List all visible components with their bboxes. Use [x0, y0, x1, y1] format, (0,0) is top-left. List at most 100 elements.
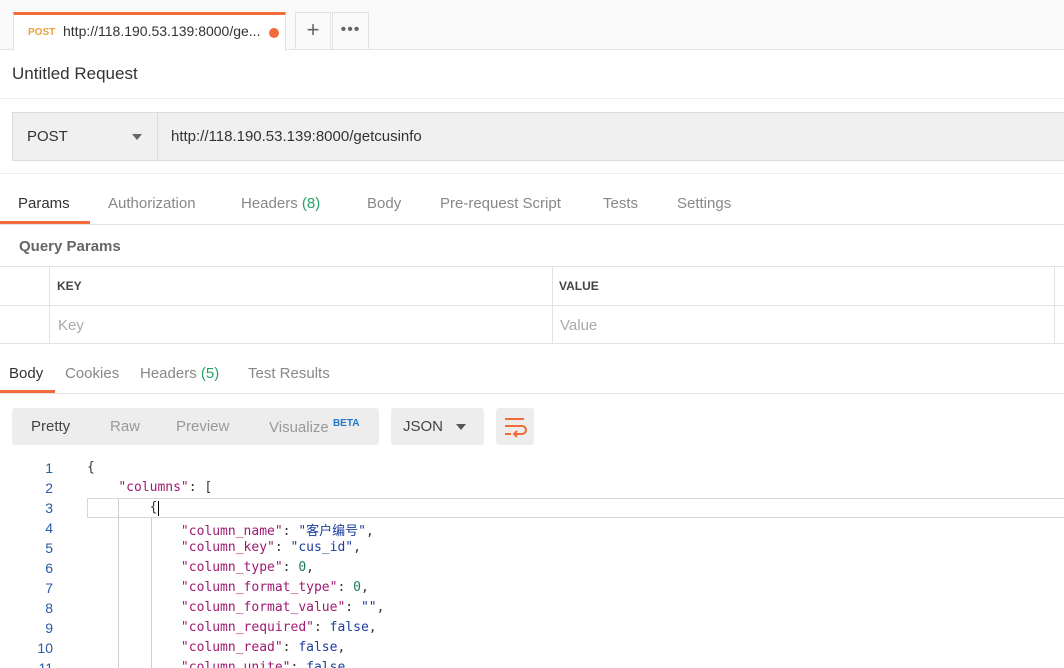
line-number: 4	[45, 520, 53, 536]
code-token: "column_format_value"	[180, 600, 346, 615]
param-value-input[interactable]	[560, 312, 1040, 338]
code-line: 11 "column_unite": false,	[0, 658, 1064, 668]
code-token: false	[329, 620, 369, 635]
code-token: ,	[365, 524, 374, 539]
code-text: "column_format_type": 0,	[87, 580, 369, 595]
request-tab[interactable]: POST http://118.190.53.139:8000/ge...	[13, 12, 286, 51]
code-token: "column_key"	[180, 540, 275, 555]
code-token: "column_required"	[180, 620, 314, 635]
request-tab-method: POST	[28, 27, 56, 38]
tab-authorization[interactable]: Authorization	[108, 195, 196, 212]
chevron-down-icon	[456, 424, 466, 430]
tab-pre-request-script[interactable]: Pre-request Script	[440, 195, 561, 212]
code-token: ,	[345, 660, 354, 668]
format-select-value: JSON	[403, 418, 444, 435]
code-line: 6 "column_type": 0,	[0, 558, 1064, 578]
line-number: 5	[45, 540, 53, 556]
code-token: ,	[337, 640, 346, 655]
code-token: "column_format_type"	[180, 580, 338, 595]
code-token: :	[290, 660, 307, 668]
code-text: {	[87, 500, 158, 515]
response-tab-cookies[interactable]: Cookies	[65, 365, 119, 382]
line-number: 7	[45, 580, 53, 596]
code-token: "cus_id"	[290, 540, 354, 555]
tab-params[interactable]: Params	[18, 195, 70, 212]
code-token: ""	[360, 600, 377, 615]
format-select[interactable]: JSON	[391, 408, 484, 445]
new-tab-button[interactable]: +	[295, 12, 331, 49]
tab-bar: POST http://118.190.53.139:8000/ge... + …	[0, 0, 1064, 51]
code-line: 2 "columns": [	[0, 478, 1064, 498]
request-name[interactable]: Untitled Request	[12, 64, 138, 84]
line-number: 6	[45, 560, 53, 576]
code-token: ,	[360, 580, 369, 595]
code-text: "column_key": "cus_id",	[87, 540, 361, 555]
code-token: {	[87, 460, 95, 475]
code-line: 1{	[0, 458, 1064, 478]
more-tabs-button[interactable]: •••	[332, 12, 369, 49]
code-text: {	[87, 460, 95, 475]
chevron-down-icon	[132, 134, 142, 140]
tab-tests[interactable]: Tests	[603, 195, 638, 212]
code-token: ,	[306, 560, 314, 575]
method-select-value: POST	[27, 128, 68, 145]
line-number: 9	[45, 620, 53, 636]
code-line: 5 "column_key": "cus_id",	[0, 538, 1064, 558]
line-number: 2	[45, 480, 53, 496]
wrap-lines-icon	[505, 418, 527, 438]
code-text: "column_unite": false,	[87, 660, 353, 668]
code-text: "column_required": false,	[87, 620, 377, 635]
code-token: false	[306, 660, 346, 668]
code-token: :	[282, 524, 299, 539]
view-preview[interactable]: Preview	[176, 418, 229, 435]
beta-badge: BETA	[332, 418, 360, 429]
code-line: 9 "column_required": false,	[0, 618, 1064, 638]
wrap-lines-button[interactable]	[496, 408, 534, 445]
query-params-title: Query Params	[19, 238, 121, 255]
code-token: :	[282, 640, 299, 655]
code-line: 3 {	[0, 498, 1064, 518]
view-pretty[interactable]: Pretty	[31, 418, 70, 435]
value-column-header: VALUE	[559, 279, 599, 293]
code-text: "column_type": 0,	[87, 560, 314, 575]
code-token: "column_type"	[180, 560, 283, 575]
response-body-editor[interactable]: 1{2 "columns": [3 {4 "column_name": "客户编…	[0, 458, 1064, 668]
code-token: ,	[376, 600, 385, 615]
line-number: 10	[37, 640, 53, 656]
query-params-table: KEY VALUE	[0, 266, 1064, 344]
code-token: "客户编号"	[298, 524, 366, 539]
code-token: 0	[298, 560, 307, 575]
request-tab-url: http://118.190.53.139:8000/ge...	[63, 23, 261, 39]
url-input[interactable]	[157, 112, 1064, 161]
line-number: 1	[45, 460, 53, 476]
code-token: "column_unite"	[180, 660, 291, 668]
tab-settings[interactable]: Settings	[677, 195, 731, 212]
response-tab-body[interactable]: Body	[9, 365, 43, 382]
method-select[interactable]: POST	[12, 112, 158, 161]
code-token: : [	[188, 480, 213, 495]
code-token: false	[298, 640, 338, 655]
key-column-header: KEY	[57, 279, 82, 293]
unsaved-dot-icon	[269, 28, 279, 38]
code-token: 0	[353, 580, 361, 595]
line-number: 3	[45, 500, 53, 516]
view-visualize[interactable]: Visualize BETA	[269, 418, 359, 436]
response-tab-test-results[interactable]: Test Results	[248, 365, 330, 382]
code-line: 10 "column_read": false,	[0, 638, 1064, 658]
row-divider	[0, 305, 1064, 306]
code-token: "columns"	[118, 480, 189, 495]
tab-body[interactable]: Body	[367, 195, 401, 212]
view-raw[interactable]: Raw	[110, 418, 140, 435]
divider	[0, 98, 1064, 99]
code-token: :	[345, 600, 361, 615]
response-tab-headers[interactable]: Headers (5)	[140, 365, 219, 382]
tab-headers[interactable]: Headers (8)	[241, 195, 320, 212]
param-key-input[interactable]	[58, 312, 538, 338]
